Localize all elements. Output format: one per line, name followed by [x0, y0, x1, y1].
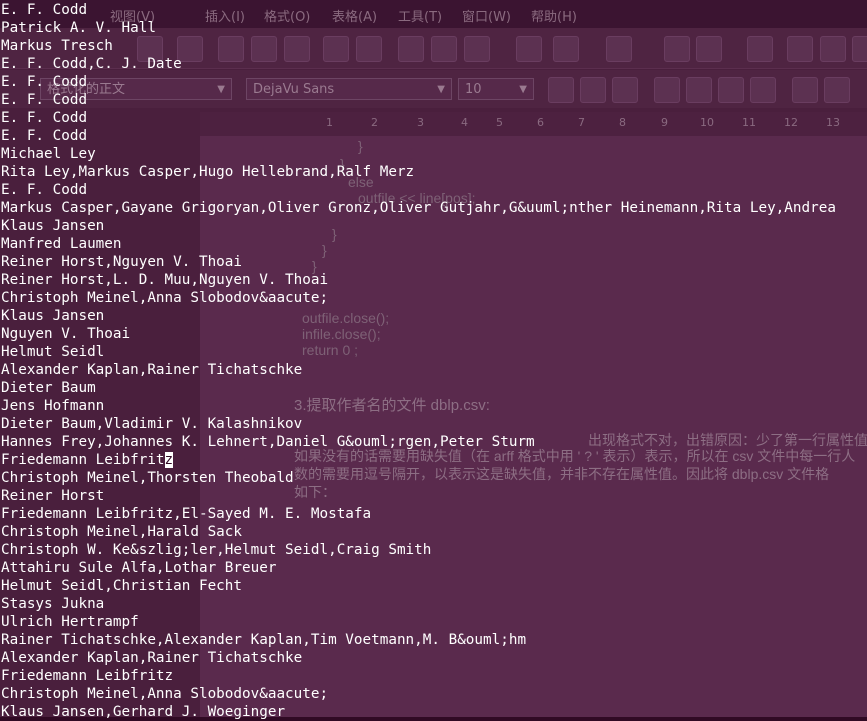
terminal-line: Ulrich Hertrampf	[1, 614, 139, 630]
terminal-output[interactable]: E. F. Codd Patrick A. V. Hall Markus Tre…	[0, 0, 867, 720]
terminal-line: Stasys Jukna	[1, 596, 105, 612]
terminal-line: Jens Hofmann	[1, 398, 105, 414]
terminal-line: Friedemann Leibfritz	[1, 668, 174, 684]
terminal-line: Klaus Jansen	[1, 218, 105, 234]
terminal-line: Hannes Frey,Johannes K. Lehnert,Daniel G…	[1, 434, 535, 450]
terminal-line: E. F. Codd,C. J. Date	[1, 56, 182, 72]
terminal-line: Christoph Meinel,Anna Slobodov&aacute;	[1, 290, 329, 306]
terminal-line: Helmut Seidl,Christian Fecht	[1, 578, 243, 594]
terminal-line: E. F. Codd	[1, 182, 88, 198]
terminal-line: Rita Ley,Markus Casper,Hugo Hellebrand,R…	[1, 164, 415, 180]
terminal-line: Reiner Horst,Nguyen V. Thoai	[1, 254, 243, 270]
terminal-line: Christoph Meinel,Anna Slobodov&aacute;	[1, 686, 329, 702]
terminal-line: Alexander Kaplan,Rainer Tichatschke	[1, 362, 303, 378]
terminal-line: E. F. Codd	[1, 128, 88, 144]
terminal-line: Klaus Jansen	[1, 308, 105, 324]
terminal-line: E. F. Codd	[1, 2, 88, 18]
terminal-line: Friedemann Leibfritz,El-Sayed M. E. Most…	[1, 506, 372, 522]
terminal-line: Nguyen V. Thoai	[1, 326, 131, 342]
terminal-line: E. F. Codd	[1, 74, 88, 90]
terminal-line: Rainer Tichatschke,Alexander Kaplan,Tim …	[1, 632, 527, 648]
terminal-line: Alexander Kaplan,Rainer Tichatschke	[1, 650, 303, 666]
terminal-line: Christoph W. Ke&szlig;ler,Helmut Seidl,C…	[1, 542, 432, 558]
terminal-line: Manfred Laumen	[1, 236, 122, 252]
terminal-line: E. F. Codd	[1, 110, 88, 126]
text-cursor: z	[164, 452, 174, 468]
terminal-line: E. F. Codd	[1, 92, 88, 108]
terminal-line: Markus Tresch	[1, 38, 113, 54]
terminal-line: Dieter Baum,Vladimir V. Kalashnikov	[1, 416, 303, 432]
terminal-line: Klaus Jansen,Gerhard J. Woeginger	[1, 704, 286, 720]
terminal-line: Christoph Meinel,Thorsten Theobald	[1, 470, 294, 486]
terminal-line: Michael Ley	[1, 146, 96, 162]
terminal-line: Christoph Meinel,Harald Sack	[1, 524, 243, 540]
terminal-line: Helmut Seidl	[1, 344, 105, 360]
terminal-line-text: Friedemann Leibfrit	[1, 452, 165, 468]
terminal-line: Reiner Horst	[1, 488, 105, 504]
terminal-line: Dieter Baum	[1, 380, 96, 396]
terminal-line: Attahiru Sule Alfa,Lothar Breuer	[1, 560, 277, 576]
terminal-line: Patrick A. V. Hall	[1, 20, 156, 36]
terminal-line: Markus Casper,Gayane Grigoryan,Oliver Gr…	[1, 200, 836, 216]
terminal-line: Reiner Horst,L. D. Muu,Nguyen V. Thoai	[1, 272, 329, 288]
terminal-line-with-cursor: Friedemann Leibfritz	[1, 451, 174, 469]
